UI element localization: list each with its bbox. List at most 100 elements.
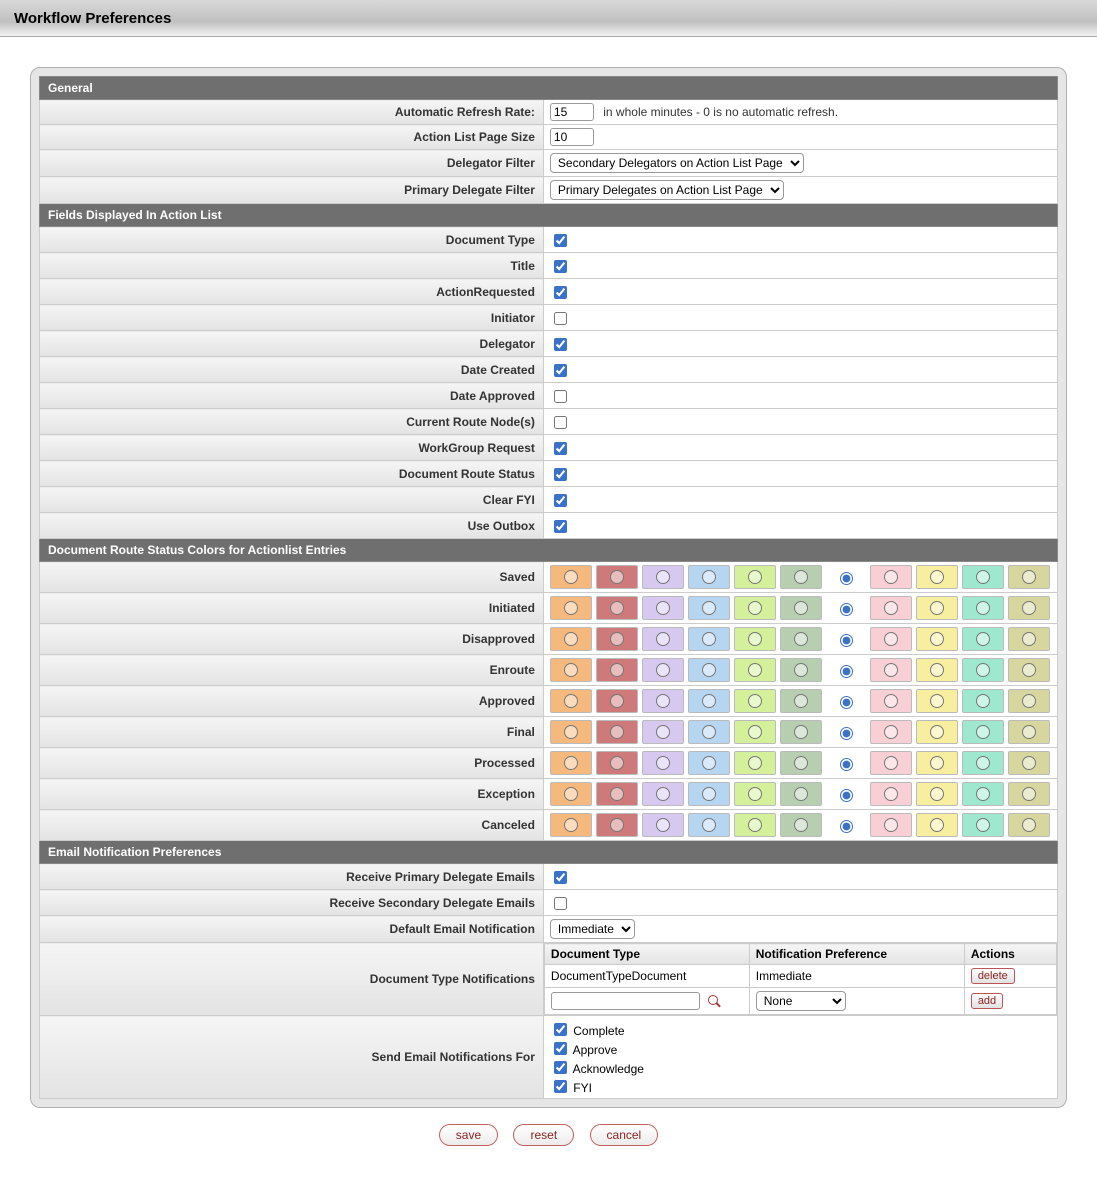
add-button[interactable]: add [971,993,1003,1009]
status-color-swatch[interactable] [870,720,912,744]
status-color-swatch[interactable] [642,813,684,837]
status-color-swatch[interactable] [780,565,822,589]
field-checkbox-date-approved[interactable] [554,390,567,403]
status-color-swatch[interactable] [962,782,1004,806]
status-color-swatch[interactable] [962,565,1004,589]
delegator-filter-select[interactable]: Secondary Delegators on Action List Page [550,153,804,173]
refresh-rate-input[interactable] [550,103,594,121]
status-color-swatch[interactable] [1008,689,1050,713]
field-checkbox-document-route-status[interactable] [554,468,567,481]
status-color-swatch[interactable] [916,689,958,713]
status-color-swatch[interactable] [688,658,730,682]
status-color-swatch[interactable] [642,751,684,775]
doc-type-add-pref-select[interactable]: None [756,991,846,1011]
status-color-swatch[interactable] [596,627,638,651]
reset-button[interactable]: reset [513,1124,574,1146]
status-color-swatch[interactable] [1008,596,1050,620]
status-color-swatch[interactable] [780,751,822,775]
send-for-checkbox-fyi[interactable] [554,1080,567,1093]
status-color-swatch[interactable] [916,596,958,620]
status-color-swatch[interactable] [870,627,912,651]
status-color-swatch[interactable] [550,782,592,806]
status-color-radio[interactable] [840,665,853,678]
field-checkbox-date-created[interactable] [554,364,567,377]
status-color-swatch[interactable] [916,813,958,837]
status-color-swatch[interactable] [596,658,638,682]
status-color-swatch[interactable] [734,596,776,620]
field-checkbox-title[interactable] [554,260,567,273]
status-color-swatch[interactable] [688,813,730,837]
status-color-swatch[interactable] [780,689,822,713]
status-color-swatch[interactable] [962,658,1004,682]
default-email-notification-select[interactable]: Immediate [550,919,635,939]
status-color-swatch[interactable] [780,782,822,806]
status-color-swatch[interactable] [1008,720,1050,744]
send-for-checkbox-complete[interactable] [554,1023,567,1036]
status-color-swatch[interactable] [734,627,776,651]
delete-button[interactable]: delete [971,968,1015,984]
status-color-swatch[interactable] [870,658,912,682]
cancel-button[interactable]: cancel [590,1124,659,1146]
status-color-swatch[interactable] [734,658,776,682]
status-color-swatch[interactable] [550,627,592,651]
status-color-swatch[interactable] [870,596,912,620]
status-color-swatch[interactable] [642,689,684,713]
status-color-swatch[interactable] [642,782,684,806]
status-color-swatch[interactable] [688,782,730,806]
status-color-swatch[interactable] [734,751,776,775]
send-for-checkbox-acknowledge[interactable] [554,1061,567,1074]
status-color-radio[interactable] [840,758,853,771]
primary-delegate-filter-select[interactable]: Primary Delegates on Action List Page [550,180,784,200]
status-color-swatch[interactable] [962,720,1004,744]
status-color-swatch[interactable] [550,565,592,589]
status-color-radio[interactable] [840,696,853,709]
status-color-swatch[interactable] [870,689,912,713]
field-checkbox-actionrequested[interactable] [554,286,567,299]
lookup-icon[interactable] [707,994,723,1010]
status-color-swatch[interactable] [1008,658,1050,682]
field-checkbox-document-type[interactable] [554,234,567,247]
status-color-swatch[interactable] [596,782,638,806]
field-checkbox-delegator[interactable] [554,338,567,351]
status-color-swatch[interactable] [596,565,638,589]
status-color-swatch[interactable] [962,627,1004,651]
status-color-swatch[interactable] [1008,813,1050,837]
status-color-swatch[interactable] [550,596,592,620]
status-color-radio[interactable] [840,820,853,833]
status-color-swatch[interactable] [734,689,776,713]
status-color-swatch[interactable] [642,627,684,651]
status-color-swatch[interactable] [550,689,592,713]
status-color-swatch[interactable] [870,751,912,775]
status-color-swatch[interactable] [688,720,730,744]
status-color-swatch[interactable] [596,813,638,837]
status-color-swatch[interactable] [962,813,1004,837]
status-color-swatch[interactable] [870,813,912,837]
status-color-swatch[interactable] [596,689,638,713]
status-color-swatch[interactable] [870,565,912,589]
status-color-swatch[interactable] [870,782,912,806]
status-color-swatch[interactable] [780,627,822,651]
page-size-input[interactable] [550,128,594,146]
status-color-swatch[interactable] [642,720,684,744]
status-color-swatch[interactable] [962,751,1004,775]
status-color-swatch[interactable] [550,813,592,837]
status-color-swatch[interactable] [550,658,592,682]
status-color-swatch[interactable] [734,565,776,589]
status-color-swatch[interactable] [916,720,958,744]
status-color-swatch[interactable] [734,782,776,806]
status-color-swatch[interactable] [962,689,1004,713]
status-color-swatch[interactable] [688,689,730,713]
send-for-checkbox-approve[interactable] [554,1042,567,1055]
status-color-swatch[interactable] [642,565,684,589]
status-color-swatch[interactable] [780,720,822,744]
field-checkbox-workgroup-request[interactable] [554,442,567,455]
status-color-swatch[interactable] [962,596,1004,620]
field-checkbox-use-outbox[interactable] [554,520,567,533]
status-color-swatch[interactable] [596,720,638,744]
status-color-swatch[interactable] [1008,627,1050,651]
status-color-swatch[interactable] [916,565,958,589]
status-color-radio[interactable] [840,727,853,740]
status-color-swatch[interactable] [642,596,684,620]
secondary-delegate-emails-checkbox[interactable] [554,897,567,910]
status-color-swatch[interactable] [550,751,592,775]
